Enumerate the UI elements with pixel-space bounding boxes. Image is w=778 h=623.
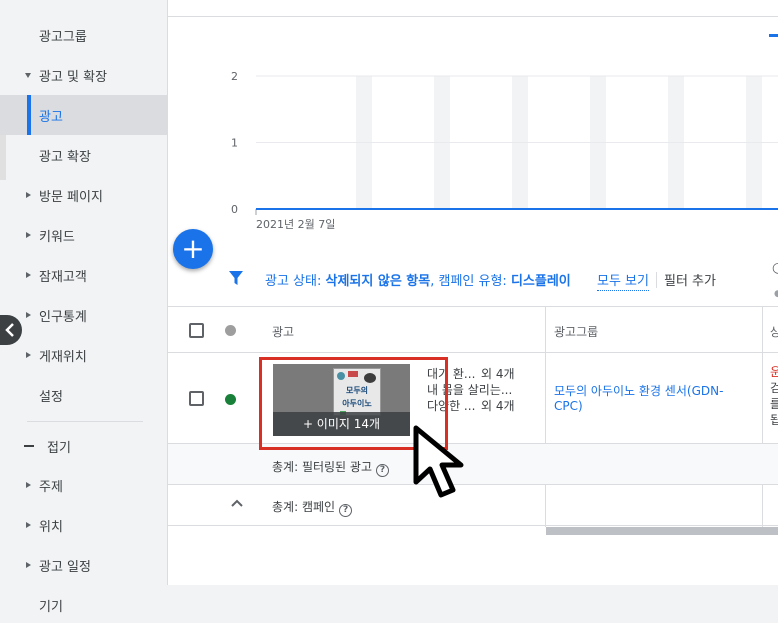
search-icon[interactable]: ○ xyxy=(772,260,778,276)
selected-indicator xyxy=(27,95,31,135)
view-all-link[interactable]: 모두 보기 xyxy=(597,270,649,291)
select-all-checkbox[interactable] xyxy=(189,323,204,338)
active-tab-indicator xyxy=(769,34,778,37)
header-divider xyxy=(168,16,778,17)
total-campaign-text: 총계: 캠페인 xyxy=(272,500,336,514)
ad-long-headline-more: 외 4개 xyxy=(481,399,515,413)
sidebar-item-label: 잠재고객 xyxy=(39,269,87,285)
caret-right-icon xyxy=(26,522,31,528)
sidebar-item-topics[interactable]: 주제 xyxy=(0,465,167,505)
sidebar-item-label: 광고 확장 xyxy=(39,149,91,165)
table-header-row: 광고 광고그룹 상 xyxy=(168,307,778,353)
sidebar-item-label: 기기 xyxy=(39,599,63,615)
horizontal-scrollbar[interactable] xyxy=(546,527,778,535)
sidebar-item-label: 키워드 xyxy=(39,229,75,245)
filter-bar: 광고 상태: 삭제되지 않은 항목, 캠페인 유형: 디스플레이 모두 보기 필… xyxy=(168,258,778,299)
performance-chart: 2 1 0 2021년 2월 7일 xyxy=(168,60,778,230)
row-checkbox[interactable] xyxy=(189,391,204,406)
sidebar-item-landing-pages[interactable]: 방문 페이지 xyxy=(0,175,167,215)
sidebar-item-locations[interactable]: 위치 xyxy=(0,505,167,545)
sidebar-item-label: 광고그룹 xyxy=(39,29,87,45)
truncated-text: 검 xyxy=(770,381,778,395)
truncated-text: 를 xyxy=(770,397,778,411)
sidebar-item-label: 게재위치 xyxy=(39,349,87,365)
sidebar-item-label: 광고 일정 xyxy=(39,559,91,575)
add-filter-button[interactable]: 필터 추가 xyxy=(664,270,716,289)
sidebar-item-ad-extensions[interactable]: 광고 확장 xyxy=(0,135,167,175)
filter-mid: , 캠페인 유형: xyxy=(430,274,511,289)
sidebar-divider xyxy=(27,421,143,422)
x-tick-label: 2021년 2월 7일 xyxy=(256,217,335,230)
filter-type-value: 디스플레이 xyxy=(510,274,571,289)
mouse-cursor-icon xyxy=(413,425,464,498)
caret-right-icon xyxy=(26,272,31,278)
status-header-icon xyxy=(225,325,236,336)
sidebar-item-adgroups[interactable]: 광고그룹 xyxy=(0,15,167,55)
column-header-ad[interactable]: 광고 xyxy=(272,323,294,340)
filter-prefix: 광고 상태: xyxy=(265,274,326,289)
sidebar-item-keywords[interactable]: 키워드 xyxy=(0,215,167,255)
filter-status-value: 삭제되지 않은 항목 xyxy=(325,274,431,289)
caret-right-icon xyxy=(26,232,31,238)
sidebar-item-label: 인구통계 xyxy=(39,309,87,325)
sidebar-item-label: 주제 xyxy=(39,479,63,495)
sidebar-item-settings[interactable]: 설정 xyxy=(0,375,167,415)
sidebar: 광고그룹 광고 및 확장 광고 광고 확장 방문 페이지 키워드 잠재고객 인구… xyxy=(0,0,167,623)
chevron-left-icon xyxy=(5,323,14,337)
y-tick-label: 1 xyxy=(231,137,238,150)
caret-right-icon xyxy=(26,562,31,568)
minus-icon xyxy=(24,445,34,447)
caret-right-icon xyxy=(26,352,31,358)
caret-down-icon xyxy=(25,72,31,78)
y-tick-label: 2 xyxy=(231,70,238,83)
sidebar-item-label: 접기 xyxy=(47,440,71,456)
status-enabled-icon[interactable] xyxy=(225,394,236,405)
truncated-text: 됩 xyxy=(770,413,778,427)
truncated-icon: ● xyxy=(774,289,778,299)
total-campaign-label: 총계: 캠페인? xyxy=(272,498,353,517)
chart-canvas: 2 1 0 2021년 2월 7일 xyxy=(231,70,778,230)
sidebar-item-ads[interactable]: 광고 xyxy=(0,95,167,135)
sidebar-item-label: 위치 xyxy=(39,519,63,535)
truncated-status-text: 운 xyxy=(770,365,778,379)
y-tick-label: 0 xyxy=(231,203,238,216)
caret-right-icon xyxy=(26,312,31,318)
sidebar-item-devices[interactable]: 기기 xyxy=(0,585,167,623)
sidebar-collapse[interactable]: 접기 xyxy=(0,426,167,466)
total-filtered-label: 총계: 필터링된 광고? xyxy=(272,458,389,477)
sidebar-item-audiences[interactable]: 잠재고객 xyxy=(0,255,167,295)
sidebar-item-ads-extensions[interactable]: 광고 및 확장 xyxy=(0,55,167,95)
total-filtered-text: 총계: 필터링된 광고 xyxy=(272,460,372,474)
filter-separator xyxy=(656,272,657,288)
chevron-up-icon[interactable] xyxy=(231,499,243,507)
filter-icon[interactable] xyxy=(228,270,244,286)
sidebar-item-ad-schedule[interactable]: 광고 일정 xyxy=(0,545,167,585)
column-header-adgroup[interactable]: 광고그룹 xyxy=(554,323,598,340)
ad-headline-more: 외 4개 xyxy=(481,367,515,381)
sidebar-item-demographics[interactable]: 인구통계 xyxy=(0,295,167,335)
sidebar-item-label: 설정 xyxy=(39,389,63,405)
caret-right-icon xyxy=(26,482,31,488)
sidebar-item-label: 광고 및 확장 xyxy=(39,69,108,85)
sidebar-item-label: 방문 페이지 xyxy=(39,189,103,205)
column-header-truncated: 상 xyxy=(770,325,778,339)
sidebar-item-label: 광고 xyxy=(39,109,63,125)
adgroup-link[interactable]: 모두의 아두이노 환경 센서(GDN-CPC) xyxy=(554,384,744,414)
help-icon[interactable]: ? xyxy=(339,504,353,517)
sidebar-item-placements[interactable]: 게재위치 xyxy=(0,335,167,375)
help-icon[interactable]: ? xyxy=(376,464,389,477)
caret-right-icon xyxy=(26,192,31,198)
active-filter-chip[interactable]: 광고 상태: 삭제되지 않은 항목, 캠페인 유형: 디스플레이 xyxy=(265,270,571,289)
